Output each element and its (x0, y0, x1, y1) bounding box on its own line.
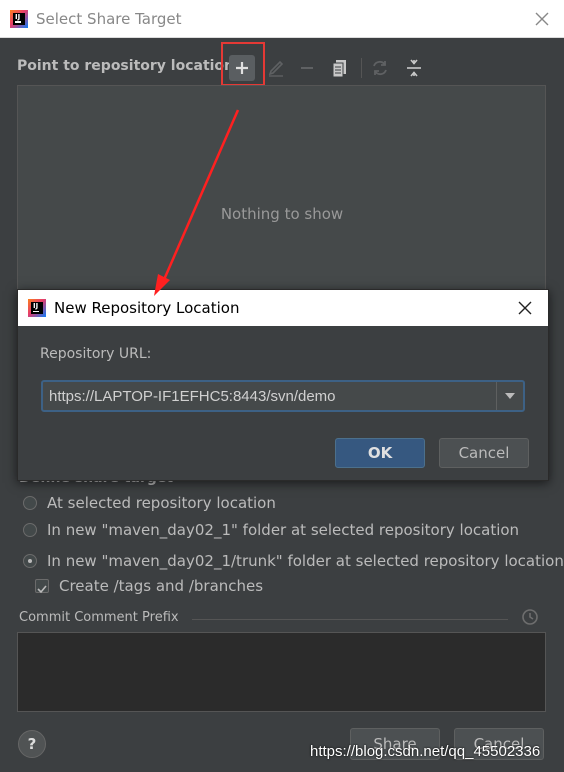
option-radio-0[interactable] (23, 496, 37, 510)
new-repository-dialog: IJ New Repository Location Repository UR… (17, 289, 549, 481)
collapse-icon (407, 59, 421, 77)
option-label-2: In new "maven_day02_1/trunk" folder at s… (47, 552, 564, 570)
commit-comment-input[interactable] (17, 632, 546, 712)
section-title: Point to repository location (17, 58, 235, 74)
inner-dialog-title: New Repository Location (54, 299, 240, 317)
url-dropdown-button[interactable] (496, 382, 523, 410)
edit-icon (268, 60, 284, 77)
remove-button[interactable] (296, 57, 318, 79)
intellij-logo-icon: IJ (28, 299, 46, 317)
annotation-highlight-box (221, 42, 265, 86)
refresh-icon (373, 60, 387, 76)
check-icon (37, 585, 47, 594)
copy-icon (332, 60, 346, 78)
outer-dialog-title: Select Share Target (36, 9, 182, 28)
option-radio-1[interactable] (23, 523, 37, 537)
refresh-button[interactable] (369, 57, 391, 79)
collapse-button[interactable] (403, 57, 425, 79)
edit-button[interactable] (265, 57, 287, 79)
toolbar-separator (361, 58, 362, 78)
commit-comment-label: Commit Comment Prefix (19, 610, 179, 625)
option-label-1: In new "maven_day02_1" folder at selecte… (47, 521, 520, 539)
copy-button[interactable] (329, 57, 351, 79)
remove-icon (301, 67, 313, 69)
watermark: https://blog.csdn.net/qq_45502336 (310, 743, 541, 760)
ok-button[interactable]: OK (335, 438, 425, 468)
inner-cancel-button[interactable]: Cancel (439, 438, 529, 468)
intellij-logo-icon: IJ (10, 9, 28, 28)
option-radio-2[interactable] (23, 554, 37, 568)
option-label-0: At selected repository location (47, 494, 276, 512)
outer-title-bar: IJ Select Share Target (0, 0, 564, 38)
repository-url-combo[interactable]: https://LAPTOP-IF1EFHC5:8443/svn/demo (41, 380, 525, 412)
outer-close-icon[interactable] (532, 9, 552, 29)
comment-separator (192, 619, 508, 620)
chevron-down-icon (505, 393, 515, 399)
repository-url-label: Repository URL: (40, 346, 152, 362)
help-button[interactable]: ? (18, 730, 46, 758)
tags-branches-label: Create /tags and /branches (59, 577, 264, 595)
repository-url-input[interactable]: https://LAPTOP-IF1EFHC5:8443/svn/demo (43, 388, 496, 405)
inner-close-icon[interactable] (516, 299, 534, 321)
tags-branches-checkbox[interactable] (35, 579, 49, 594)
inner-title-bar: IJ New Repository Location (18, 290, 548, 326)
empty-list-text: Nothing to show (220, 205, 344, 223)
history-clock-icon[interactable] (520, 607, 540, 631)
